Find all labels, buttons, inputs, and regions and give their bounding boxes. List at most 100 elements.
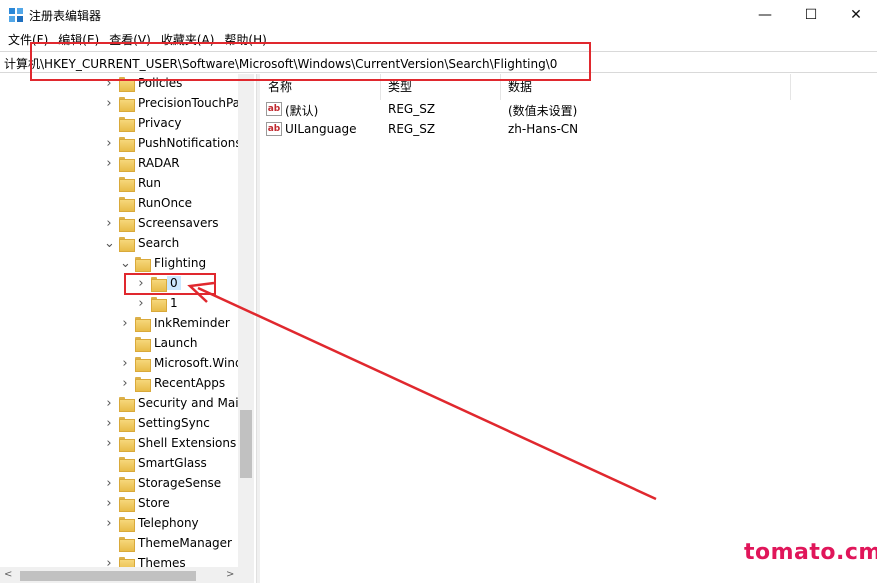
tree-item[interactable]: › InkReminder: [0, 314, 238, 334]
tree-item[interactable]: Privacy: [0, 114, 238, 134]
tree-item[interactable]: › PushNotifications: [0, 134, 242, 154]
folder-icon: [119, 417, 135, 432]
folder-icon: [119, 397, 135, 412]
tree-vertical-scroll-thumb[interactable]: [240, 410, 252, 478]
chevron-right-icon[interactable]: ›: [104, 437, 114, 450]
tree-item[interactable]: › SettingSync: [0, 414, 238, 434]
tree-item[interactable]: › RecentApps: [0, 374, 238, 394]
tree-item[interactable]: ThemeManager: [0, 534, 238, 554]
folder-icon: [119, 117, 135, 132]
value-data: zh-Hans-CN: [508, 122, 579, 136]
tree-item-label: InkReminder: [154, 316, 230, 330]
tree-item-label: Shell Extensions: [138, 436, 237, 450]
folder-icon: [135, 257, 151, 272]
value-name: (默认): [285, 104, 319, 118]
address-highlight-box: [30, 42, 591, 81]
tree-item-label: SettingSync: [138, 416, 210, 430]
value-type: REG_SZ: [388, 122, 436, 136]
chevron-right-icon[interactable]: ›: [104, 97, 114, 110]
tree-item[interactable]: › PrecisionTouchPad: [0, 94, 248, 114]
folder-icon: [119, 517, 135, 532]
tree-item-label: Flighting: [154, 256, 207, 270]
scroll-left-icon[interactable]: <: [4, 567, 12, 583]
chevron-right-icon[interactable]: ›: [104, 217, 114, 230]
values-pane[interactable]: 名称 类型 数据 ab (默认) REG_SZ (数值未设置) ab UILan…: [261, 74, 877, 583]
close-button[interactable]: ✕: [833, 0, 877, 30]
tree-item[interactable]: › Screensavers: [0, 214, 238, 234]
tree-item[interactable]: › Themes: [0, 554, 238, 568]
minimize-button[interactable]: —: [742, 0, 788, 30]
tree-item[interactable]: SmartGlass: [0, 454, 238, 474]
pane-splitter[interactable]: [256, 74, 260, 583]
tree-item-label: ThemeManager: [138, 536, 232, 550]
tree-item[interactable]: RunOnce: [0, 194, 238, 214]
folder-icon: [119, 157, 135, 172]
tree-item[interactable]: › Shell Extensions: [0, 434, 238, 454]
tree-item-label: Launch: [154, 336, 198, 350]
string-value-icon: ab: [266, 122, 282, 136]
chevron-right-icon[interactable]: ›: [136, 297, 146, 310]
tree-vertical-scrollbar[interactable]: [238, 74, 254, 568]
tree-item[interactable]: › 1: [0, 294, 238, 314]
tree-item[interactable]: › Telephony: [0, 514, 238, 534]
chevron-right-icon[interactable]: ›: [104, 397, 114, 410]
folder-icon: [119, 217, 135, 232]
chevron-right-icon[interactable]: ›: [104, 477, 114, 490]
chevron-right-icon[interactable]: ›: [120, 377, 130, 390]
folder-icon: [135, 357, 151, 372]
chevron-right-icon[interactable]: ›: [120, 357, 130, 370]
value-data: (数值未设置): [508, 104, 578, 118]
tree-item-label: StorageSense: [138, 476, 222, 490]
tree-item[interactable]: › Store: [0, 494, 238, 514]
chevron-right-icon[interactable]: ›: [120, 317, 130, 330]
folder-icon: [135, 337, 151, 352]
tree-item-label: Privacy: [138, 116, 182, 130]
folder-icon: [119, 537, 135, 552]
chevron-down-icon[interactable]: ⌄: [120, 257, 131, 270]
folder-icon: [119, 437, 135, 452]
tree-item-label: RecentApps: [154, 376, 226, 390]
key-tree[interactable]: › Policies › PrecisionTouchPad Privacy › PushN…: [0, 74, 254, 568]
minimize-icon: —: [758, 7, 772, 23]
watermark: tomato.cm: [744, 540, 877, 565]
folder-icon: [119, 497, 135, 512]
folder-icon: [119, 137, 135, 152]
folder-icon: [119, 457, 135, 472]
string-value-icon: ab: [266, 102, 282, 116]
chevron-down-icon[interactable]: ⌄: [104, 237, 115, 250]
tree-item-label: Search: [138, 236, 180, 250]
folder-icon: [119, 197, 135, 212]
chevron-right-icon[interactable]: ›: [104, 137, 114, 150]
folder-icon: [135, 377, 151, 392]
window-title: 注册表编辑器: [29, 9, 102, 23]
tree-item[interactable]: ⌄ Search: [0, 234, 238, 254]
tree-item[interactable]: › Security and Maintenance: [0, 394, 254, 414]
tree-item-label: PushNotifications: [138, 136, 242, 150]
chevron-right-icon[interactable]: ›: [104, 417, 114, 430]
chevron-right-icon[interactable]: ›: [104, 157, 114, 170]
tree-item-label: Security and Maintenance: [138, 396, 254, 410]
tree-horizontal-scroll-thumb[interactable]: [20, 571, 196, 581]
tree-item-label: RADAR: [138, 156, 180, 170]
chevron-right-icon[interactable]: ›: [104, 517, 114, 530]
tree-item[interactable]: Launch: [0, 334, 238, 354]
chevron-right-icon[interactable]: ›: [104, 497, 114, 510]
tree-item-label: Screensavers: [138, 216, 219, 230]
value-row[interactable]: ab UILanguage REG_SZ zh-Hans-CN: [261, 120, 861, 140]
folder-icon: [151, 297, 167, 312]
regedit-icon: [9, 8, 23, 22]
tree-item-label: Run: [138, 176, 162, 190]
tree-item[interactable]: ›Microsoft.Windows: [0, 354, 254, 374]
tree-item-label: PrecisionTouchPad: [138, 96, 248, 110]
tree-item-label: Telephony: [138, 516, 199, 530]
close-icon: ✕: [850, 7, 862, 23]
value-row[interactable]: ab (默认) REG_SZ (数值未设置): [261, 100, 861, 120]
maximize-button[interactable]: ☐: [788, 0, 834, 30]
tree-item[interactable]: › RADAR: [0, 154, 238, 174]
scroll-right-icon[interactable]: >: [226, 567, 234, 583]
tree-item[interactable]: ⌄ Flighting: [0, 254, 238, 274]
maximize-icon: ☐: [804, 7, 818, 23]
tree-item[interactable]: Run: [0, 174, 238, 194]
tree-item[interactable]: › StorageSense: [0, 474, 238, 494]
folder-icon: [135, 317, 151, 332]
